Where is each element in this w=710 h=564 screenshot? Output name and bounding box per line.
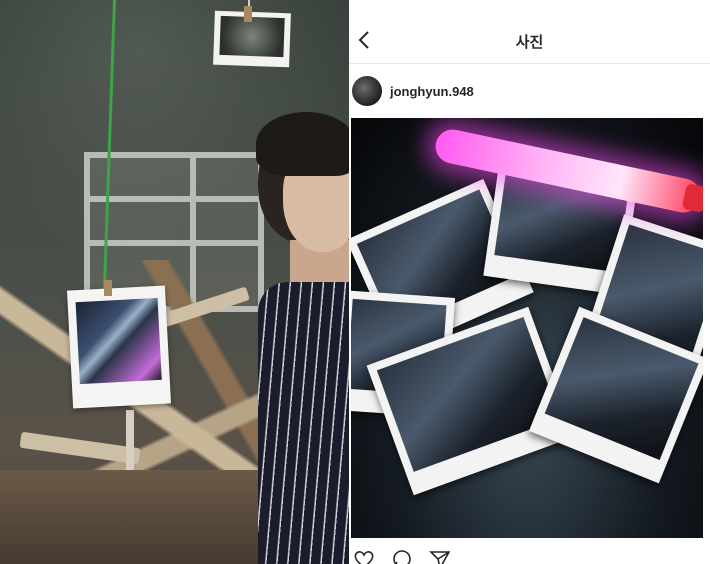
share-icon[interactable] [429,548,451,564]
polaroid-photo [66,285,172,409]
video-still [0,0,349,564]
comment-icon[interactable] [391,548,413,564]
page-title: 사진 [515,34,544,51]
striped-jacket [258,282,349,564]
post-actions [349,544,710,564]
post-header: jonghyun.948 [349,72,710,112]
clothespin [244,6,252,22]
post-image[interactable] [351,118,703,538]
person-hair [256,112,349,176]
screenshot-frame: 사진 jonghyun.948 [0,0,710,564]
top-bar: 사진 [349,20,710,64]
clothespin [104,280,112,296]
instagram-post-view: 사진 jonghyun.948 [349,0,710,564]
avatar[interactable] [352,76,382,106]
heart-icon[interactable] [353,548,375,564]
username-link[interactable]: jonghyun.948 [390,84,474,99]
hanging-photo [213,10,291,68]
